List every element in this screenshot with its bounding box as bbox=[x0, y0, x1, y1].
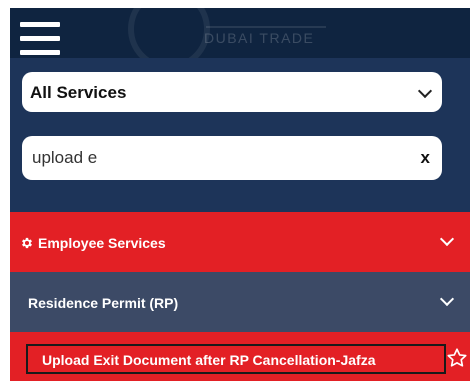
search-panel: All Services x bbox=[10, 58, 470, 212]
result-row: Upload Exit Document after RP Cancellati… bbox=[10, 332, 470, 381]
hamburger-menu-icon[interactable] bbox=[20, 22, 60, 56]
service-link-upload-exit-document[interactable]: Upload Exit Document after RP Cancellati… bbox=[26, 344, 446, 374]
chevron-down-icon bbox=[439, 291, 455, 307]
chevron-down-icon bbox=[439, 231, 455, 247]
hamburger-bar bbox=[20, 22, 60, 27]
subcategory-label: Residence Permit (RP) bbox=[28, 295, 179, 311]
logo-arabic-wordmark bbox=[206, 14, 326, 28]
hamburger-bar bbox=[20, 36, 60, 41]
chevron-down-icon bbox=[417, 83, 433, 99]
gear-icon bbox=[22, 237, 32, 249]
service-category-select[interactable]: All Services bbox=[22, 72, 442, 112]
clear-search-button[interactable]: x bbox=[421, 148, 430, 168]
star-outline-icon[interactable] bbox=[446, 347, 468, 369]
hamburger-bar bbox=[20, 50, 60, 55]
subcategory-residence-permit[interactable]: Residence Permit (RP) bbox=[10, 272, 470, 332]
service-link-label: Upload Exit Document after RP Cancellati… bbox=[42, 352, 376, 368]
search-field[interactable]: x bbox=[22, 136, 442, 180]
app-header: DUBAI TRADE bbox=[10, 0, 470, 70]
logo-wordmark: DUBAI TRADE bbox=[204, 30, 315, 46]
category-employee-services[interactable]: Employee Services bbox=[10, 212, 470, 272]
service-category-value: All Services bbox=[30, 83, 127, 102]
category-label: Employee Services bbox=[38, 235, 166, 251]
search-input[interactable] bbox=[30, 144, 394, 172]
